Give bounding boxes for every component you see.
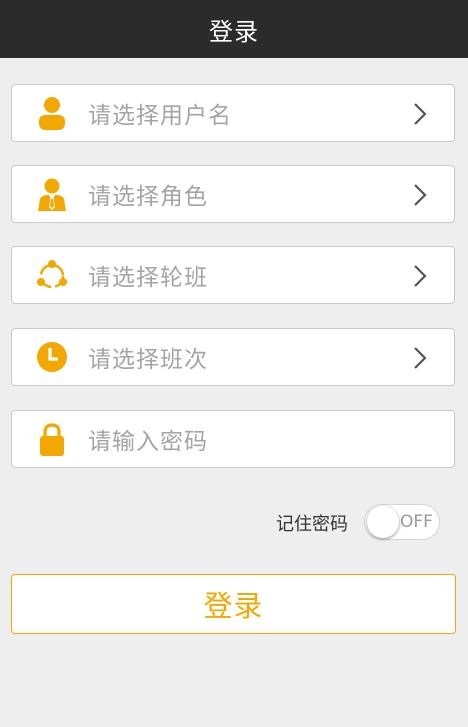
password-placeholder: 请输入密码 — [88, 429, 208, 455]
username-placeholder: 请选择用户名 — [88, 103, 232, 129]
role-placeholder: 请选择角色 — [88, 184, 208, 210]
chevron-right-icon — [414, 265, 427, 287]
remember-password-toggle[interactable]: OFF — [364, 504, 440, 540]
shift-placeholder: 请选择班次 — [88, 347, 208, 373]
lock-icon — [40, 423, 64, 456]
user-icon — [39, 97, 65, 130]
login-button-label: 登录 — [203, 589, 264, 623]
toggle-state-label: OFF — [400, 512, 433, 532]
clock-icon — [37, 342, 67, 372]
username-selector[interactable]: 请选择用户名 — [11, 84, 455, 142]
password-field[interactable]: 请输入密码 — [11, 410, 455, 468]
remember-password-label: 记住密码 — [276, 514, 348, 535]
role-user-tie-icon — [38, 178, 66, 211]
toggle-knob — [367, 506, 399, 538]
rotation-cycle-icon — [37, 260, 67, 289]
shift-selector[interactable]: 请选择班次 — [11, 328, 455, 386]
page-title: 登录 — [209, 17, 259, 46]
chevron-right-icon — [414, 347, 427, 369]
title-bar: 登录 — [0, 0, 468, 58]
chevron-right-icon — [414, 103, 427, 125]
rotation-selector[interactable]: 请选择轮班 — [11, 246, 455, 304]
rotation-placeholder: 请选择轮班 — [88, 265, 208, 291]
role-selector[interactable]: 请选择角色 — [11, 165, 455, 223]
login-button[interactable]: 登录 — [11, 574, 456, 634]
chevron-right-icon — [414, 184, 427, 206]
